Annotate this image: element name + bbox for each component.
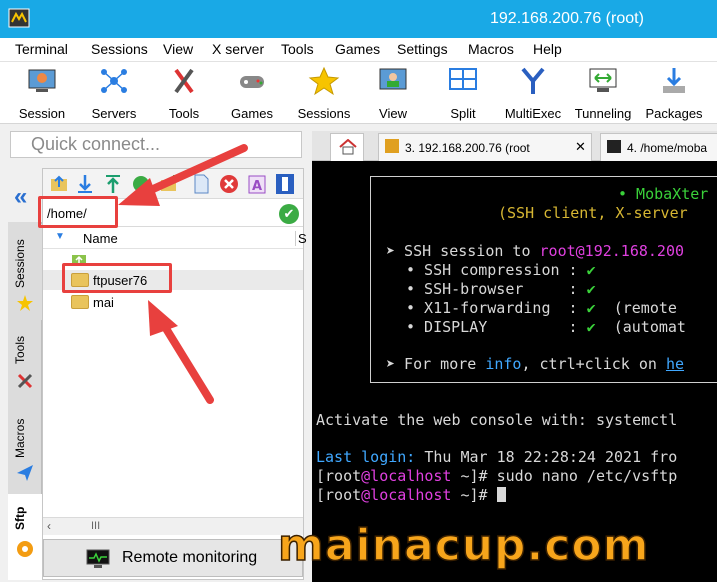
annotation-arrows <box>118 144 248 404</box>
arrow-head <box>118 178 160 206</box>
arrow-head <box>148 300 178 336</box>
arrow-line <box>138 144 248 198</box>
arrow-line <box>158 318 214 404</box>
watermark: mainacup.com <box>277 519 650 572</box>
